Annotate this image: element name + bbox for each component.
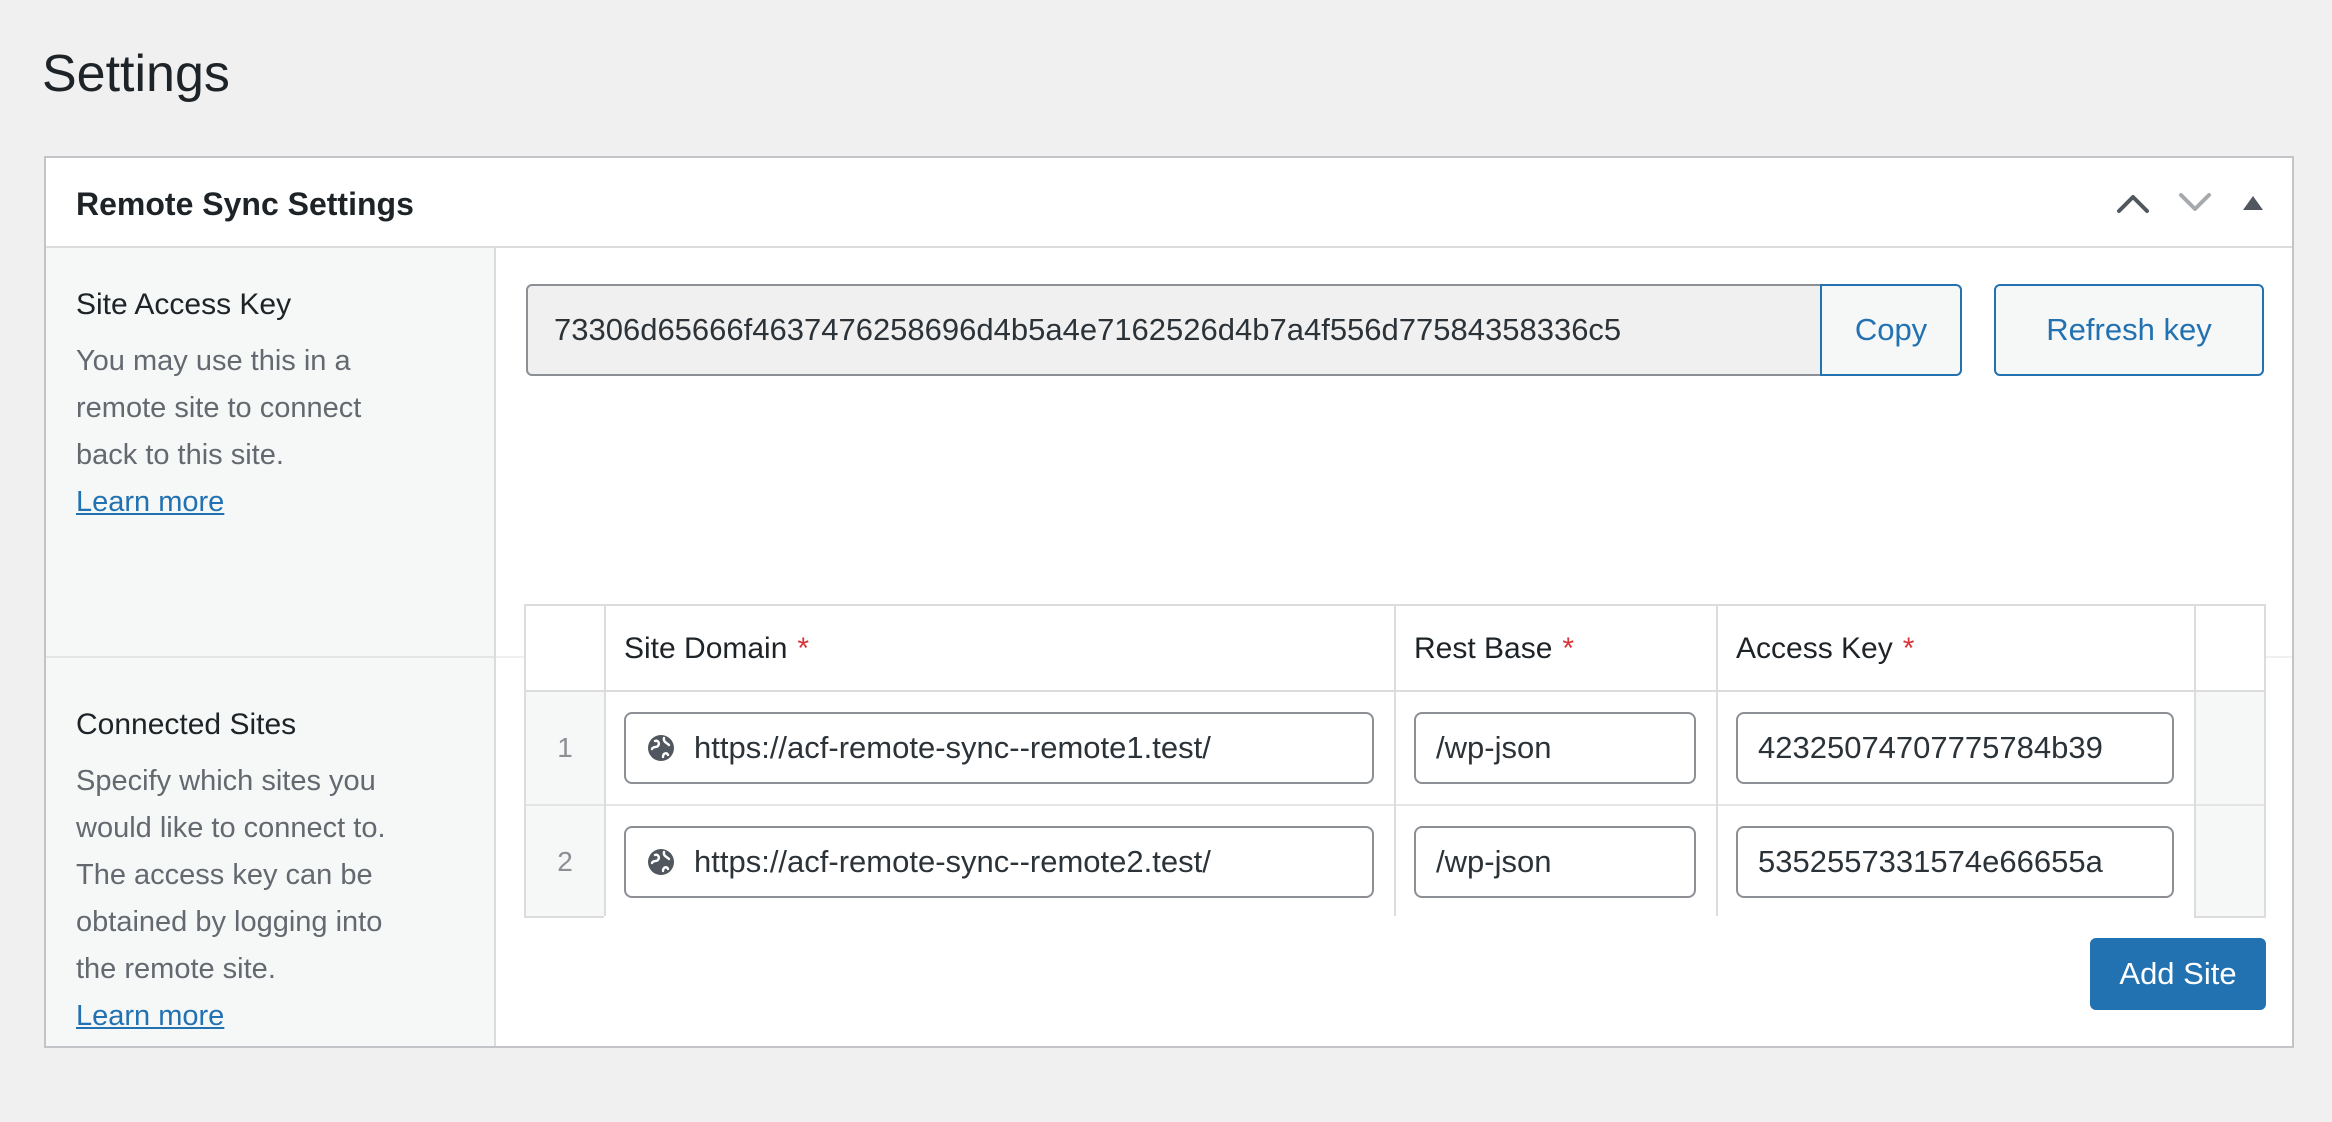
label-column: Site Access Key You may use this in a re…: [46, 248, 496, 1046]
column-header-access-key: Access Key *: [1736, 632, 1915, 665]
copy-button[interactable]: Copy: [1820, 284, 1962, 376]
toggle-panel-button[interactable]: [2230, 180, 2276, 226]
triangle-up-icon: [2243, 196, 2263, 210]
move-up-button[interactable]: [2110, 180, 2156, 226]
remote-sync-settings-panel: Remote Sync Settings Site Access Key You…: [44, 156, 2294, 1048]
column-header-rest-base: Rest Base *: [1414, 632, 1575, 665]
site-domain-input[interactable]: https://acf-remote-sync--remote1.test/: [624, 712, 1374, 784]
panel-title: Remote Sync Settings: [76, 186, 414, 222]
connected-sites-label: Connected Sites: [76, 708, 297, 741]
rest-base-input[interactable]: /wp-json: [1414, 712, 1696, 784]
panel-header: Remote Sync Settings: [46, 158, 2292, 248]
rest-base-input[interactable]: /wp-json: [1414, 826, 1696, 898]
row-number: 2: [557, 846, 573, 877]
move-down-button[interactable]: [2172, 180, 2218, 226]
access-key-input[interactable]: 5352557331574e66655a: [1736, 826, 2174, 898]
learn-more-link-access-key[interactable]: Learn more: [76, 486, 224, 518]
refresh-key-button[interactable]: Refresh key: [1994, 284, 2264, 376]
site-access-key-description: You may use this in a remote site to con…: [76, 345, 362, 518]
learn-more-link-connected-sites[interactable]: Learn more: [76, 1000, 224, 1032]
globe-icon: [646, 733, 676, 763]
access-key-input[interactable]: 42325074707775784b39: [1736, 712, 2174, 784]
connected-sites-description: Specify which sites you would like to co…: [76, 765, 386, 1032]
site-access-key-field[interactable]: 73306d65666f4637476258696d4b5a4e7162526d…: [526, 284, 1822, 376]
globe-icon: [646, 847, 676, 877]
row-number: 1: [557, 732, 573, 763]
site-access-key-label: Site Access Key: [76, 288, 292, 321]
chevron-up-icon: [2117, 195, 2149, 213]
row-divider: [46, 656, 494, 658]
site-domain-input[interactable]: https://acf-remote-sync--remote2.test/: [624, 826, 1374, 898]
page-title: Settings: [42, 45, 230, 103]
column-header-site-domain: Site Domain *: [624, 632, 810, 665]
connected-sites-table: Site Domain * Rest Base * Access Key * 1 ht…: [524, 604, 2266, 918]
chevron-down-icon: [2179, 193, 2211, 211]
add-site-button[interactable]: Add Site: [2090, 938, 2266, 1010]
